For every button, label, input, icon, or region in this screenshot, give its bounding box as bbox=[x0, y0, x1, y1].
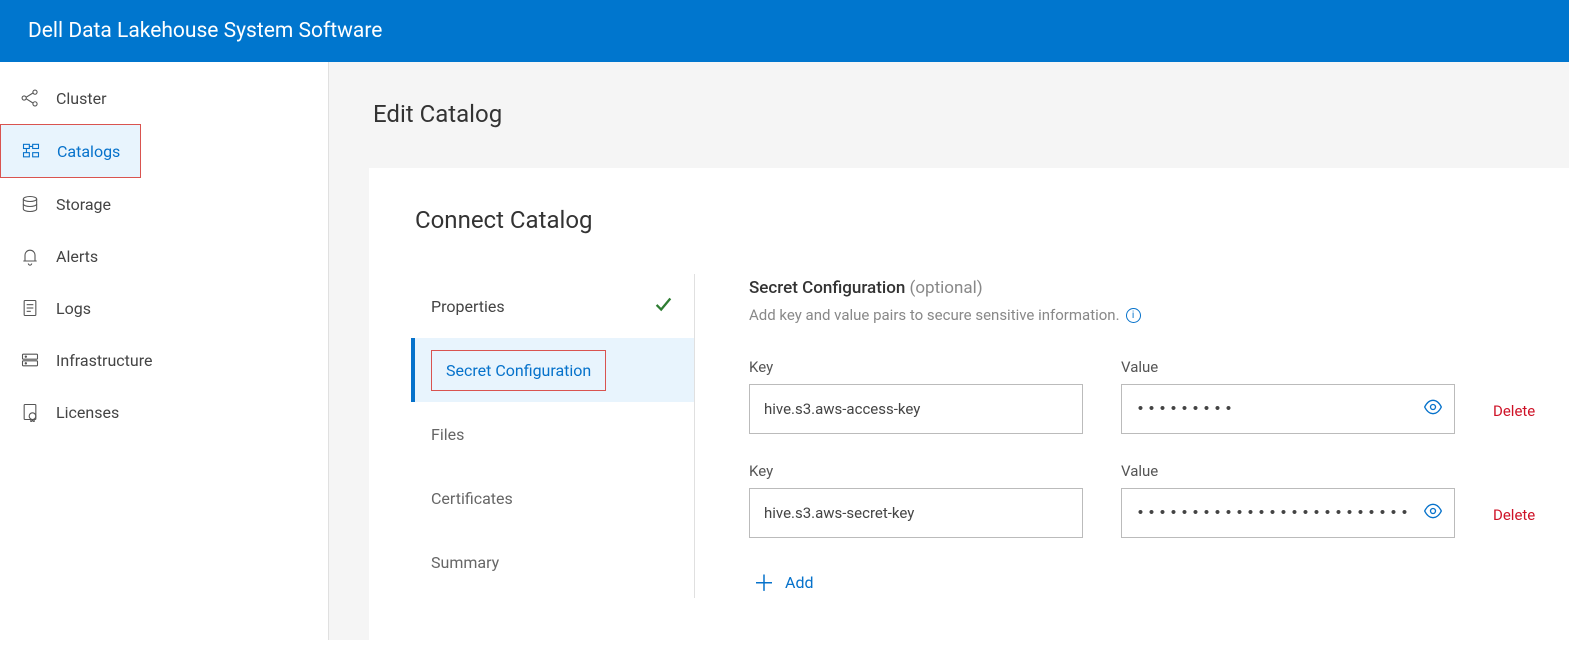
app-body: Cluster Catalogs Storage Alerts bbox=[0, 62, 1569, 640]
form-description: Add key and value pairs to secure sensit… bbox=[749, 306, 1569, 324]
eye-icon[interactable] bbox=[1423, 501, 1443, 525]
delete-button[interactable]: Delete bbox=[1493, 506, 1535, 524]
form-optional: (optional) bbox=[905, 278, 982, 298]
value-label: Value bbox=[1121, 462, 1455, 480]
key-column: Key bbox=[749, 358, 1083, 434]
page-title: Edit Catalog bbox=[373, 100, 1569, 128]
value-label: Value bbox=[1121, 358, 1455, 376]
sidebar-item-label: Catalogs bbox=[57, 142, 120, 161]
section-title: Connect Catalog bbox=[415, 206, 1569, 234]
sidebar-item-cluster[interactable]: Cluster bbox=[0, 72, 328, 124]
app-header: Dell Data Lakehouse System Software bbox=[0, 0, 1569, 62]
sidebar-item-logs[interactable]: Logs bbox=[0, 282, 328, 334]
step-certificates[interactable]: Certificates bbox=[411, 466, 694, 530]
kv-rows: Key Value bbox=[749, 358, 1569, 598]
highlight-catalogs: Catalogs bbox=[0, 124, 141, 178]
sidebar-item-label: Licenses bbox=[56, 403, 119, 422]
info-icon[interactable]: i bbox=[1126, 308, 1141, 323]
add-button[interactable]: ＋ Add bbox=[753, 566, 1569, 598]
main-content: Edit Catalog Connect Catalog Properties … bbox=[329, 62, 1569, 640]
bell-icon bbox=[20, 246, 40, 266]
form-title-text: Secret Configuration bbox=[749, 278, 905, 298]
step-files[interactable]: Files bbox=[411, 402, 694, 466]
plus-icon: ＋ bbox=[753, 566, 775, 598]
form-title: Secret Configuration (optional) bbox=[749, 278, 1569, 298]
content-row: Properties Secret Configuration Files bbox=[411, 274, 1569, 598]
kv-row: Key Value bbox=[749, 358, 1569, 434]
sidebar-item-label: Alerts bbox=[56, 247, 98, 266]
highlight-secret-config: Secret Configuration bbox=[431, 350, 606, 391]
app-title: Dell Data Lakehouse System Software bbox=[28, 19, 382, 43]
eye-icon[interactable] bbox=[1423, 397, 1443, 421]
catalog-card: Connect Catalog Properties Secret Config… bbox=[369, 168, 1569, 668]
key-column: Key bbox=[749, 462, 1083, 538]
sidebar-item-label: Infrastructure bbox=[56, 351, 152, 370]
delete-button[interactable]: Delete bbox=[1493, 402, 1535, 420]
licenses-icon bbox=[20, 402, 40, 422]
step-summary[interactable]: Summary bbox=[411, 530, 694, 594]
steps-nav: Properties Secret Configuration Files bbox=[411, 274, 695, 598]
step-secret-configuration[interactable]: Secret Configuration bbox=[411, 338, 694, 402]
step-label: Properties bbox=[431, 297, 505, 316]
step-label: Files bbox=[431, 425, 464, 444]
key-input[interactable] bbox=[749, 488, 1083, 538]
storage-icon bbox=[20, 194, 40, 214]
sidebar-item-alerts[interactable]: Alerts bbox=[0, 230, 328, 282]
logs-icon bbox=[20, 298, 40, 318]
value-column: Value bbox=[1121, 462, 1455, 538]
check-icon bbox=[652, 293, 674, 319]
value-column: Value bbox=[1121, 358, 1455, 434]
value-input[interactable] bbox=[1121, 488, 1455, 538]
step-label: Summary bbox=[431, 553, 499, 572]
sidebar-item-label: Logs bbox=[56, 299, 91, 318]
kv-row: Key Value bbox=[749, 462, 1569, 538]
value-wrap bbox=[1121, 488, 1455, 538]
form-area: Secret Configuration (optional) Add key … bbox=[695, 274, 1569, 598]
cluster-icon bbox=[20, 88, 40, 108]
sidebar-item-licenses[interactable]: Licenses bbox=[0, 386, 328, 438]
add-label: Add bbox=[785, 573, 813, 592]
step-properties[interactable]: Properties bbox=[411, 274, 694, 338]
step-label: Secret Configuration bbox=[446, 361, 591, 380]
key-label: Key bbox=[749, 358, 1083, 376]
sidebar-item-infrastructure[interactable]: Infrastructure bbox=[0, 334, 328, 386]
sidebar: Cluster Catalogs Storage Alerts bbox=[0, 62, 329, 640]
infrastructure-icon bbox=[20, 350, 40, 370]
sidebar-item-storage[interactable]: Storage bbox=[0, 178, 328, 230]
form-desc-text: Add key and value pairs to secure sensit… bbox=[749, 306, 1120, 324]
sidebar-item-catalogs[interactable]: Catalogs bbox=[1, 125, 140, 177]
value-input[interactable] bbox=[1121, 384, 1455, 434]
value-wrap bbox=[1121, 384, 1455, 434]
sidebar-item-label: Cluster bbox=[56, 89, 107, 108]
key-input[interactable] bbox=[749, 384, 1083, 434]
catalogs-icon bbox=[21, 141, 41, 161]
step-label: Certificates bbox=[431, 489, 513, 508]
sidebar-item-label: Storage bbox=[56, 195, 111, 214]
key-label: Key bbox=[749, 462, 1083, 480]
